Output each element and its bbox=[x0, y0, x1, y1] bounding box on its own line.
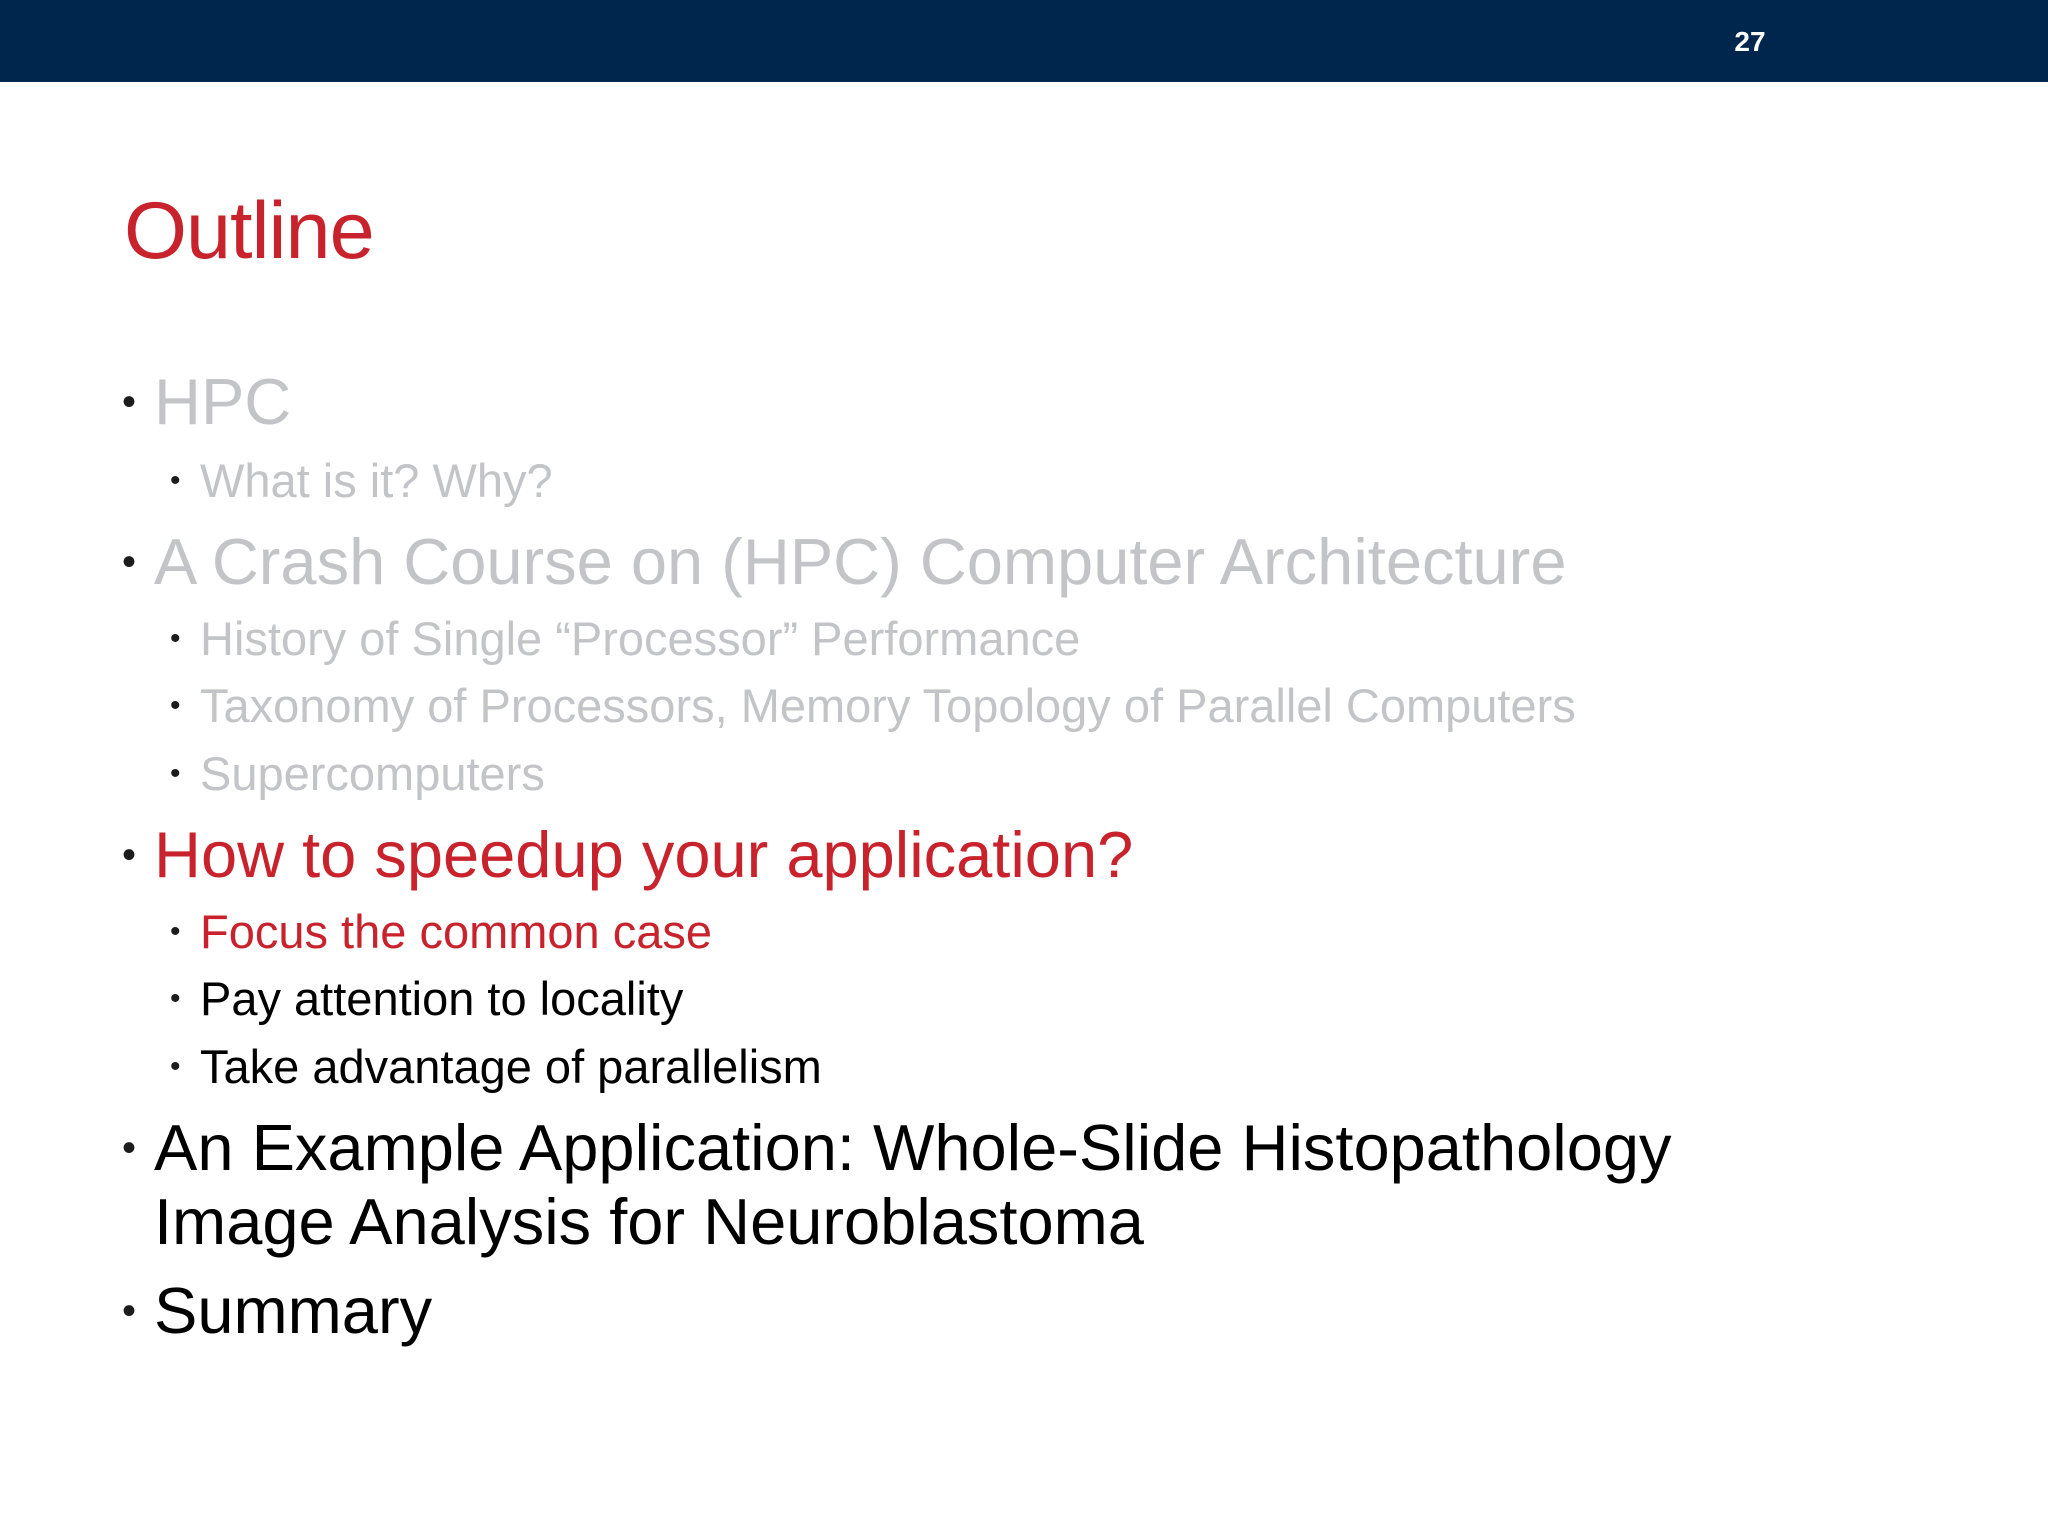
outline-item-text: Taxonomy of Processors, Memory Topology … bbox=[200, 679, 1576, 732]
bullet-icon: • bbox=[122, 1289, 137, 1333]
outline-item-text: What is it? Why? bbox=[200, 454, 553, 507]
bullet-icon: • bbox=[122, 833, 137, 877]
bullet-icon: • bbox=[122, 540, 137, 584]
outline-item-hpc: • HPC bbox=[122, 365, 292, 439]
outline-item-text: History of Single “Processor” Performanc… bbox=[200, 612, 1081, 665]
outline-item-text: Take advantage of parallelism bbox=[200, 1040, 822, 1093]
bullet-icon: • bbox=[122, 1126, 137, 1170]
outline-item-text: An Example Application: Whole-Slide Hist… bbox=[154, 1111, 1672, 1258]
outline-item-text: Summary bbox=[154, 1274, 433, 1347]
bullet-icon: • bbox=[170, 689, 181, 722]
outline-subitem-processor-performance: • History of Single “Processor” Performa… bbox=[170, 611, 1081, 667]
outline-item-example-application: • An Example Application: Whole-Slide Hi… bbox=[122, 1111, 1804, 1259]
outline-item-computer-architecture: • A Crash Course on (HPC) Computer Archi… bbox=[122, 525, 1567, 599]
bullet-icon: • bbox=[122, 380, 137, 424]
outline-subitem-what-is-it: • What is it? Why? bbox=[170, 453, 553, 509]
outline-item-text: HPC bbox=[154, 365, 292, 438]
outline-item-summary: • Summary bbox=[122, 1274, 433, 1348]
outline-subitem-taxonomy: • Taxonomy of Processors, Memory Topolog… bbox=[170, 678, 1576, 734]
bullet-icon: • bbox=[170, 464, 181, 497]
outline-item-text: Supercomputers bbox=[200, 747, 545, 800]
outline-subitem-common-case: • Focus the common case bbox=[170, 904, 712, 960]
bullet-icon: • bbox=[170, 757, 181, 790]
bullet-icon: • bbox=[170, 915, 181, 948]
outline-item-speedup: • How to speedup your application? bbox=[122, 818, 1134, 892]
bullet-icon: • bbox=[170, 982, 181, 1015]
outline-subitem-supercomputers: • Supercomputers bbox=[170, 746, 545, 802]
bullet-icon: • bbox=[170, 622, 181, 655]
outline-item-text: Focus the common case bbox=[200, 905, 712, 958]
outline-item-text: Pay attention to locality bbox=[200, 972, 684, 1025]
outline-subitem-locality: • Pay attention to locality bbox=[170, 971, 684, 1027]
outline-list: • HPC • What is it? Why? • A Crash Cours… bbox=[0, 0, 2048, 1536]
outline-item-text: How to speedup your application? bbox=[154, 818, 1134, 891]
outline-subitem-parallelism: • Take advantage of parallelism bbox=[170, 1039, 822, 1095]
outline-item-text: A Crash Course on (HPC) Computer Archite… bbox=[154, 525, 1567, 598]
bullet-icon: • bbox=[170, 1050, 181, 1083]
